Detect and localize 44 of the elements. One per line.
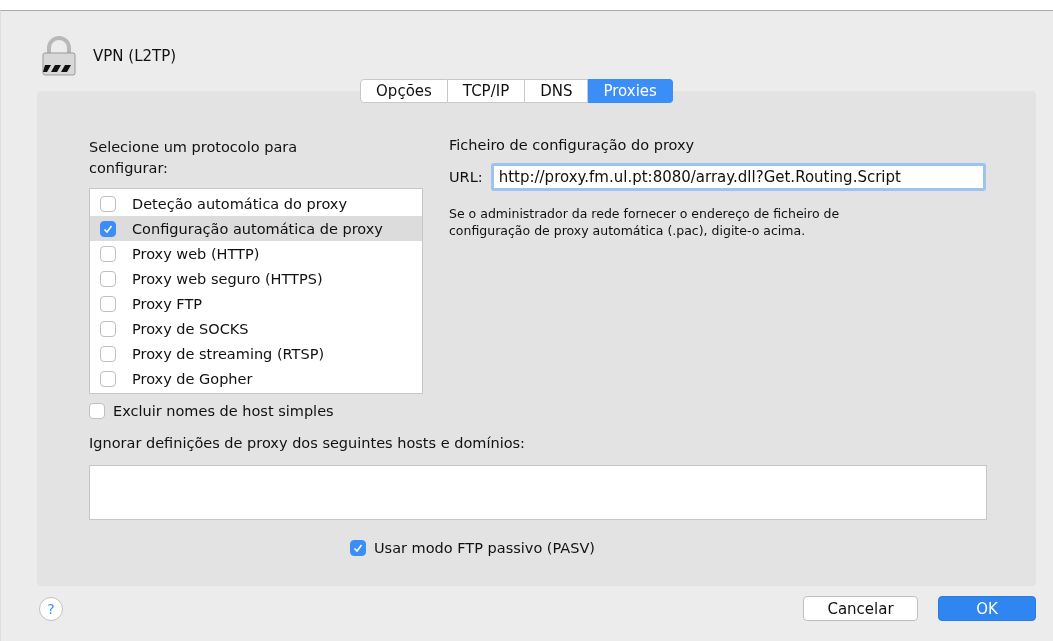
protocol-row[interactable]: Deteção automática do proxy xyxy=(90,191,422,216)
checkbox[interactable] xyxy=(100,220,116,237)
checkmark-icon xyxy=(352,543,363,553)
checkbox-label: Usar modo FTP passivo (PASV) xyxy=(373,540,596,556)
url-label: URL: xyxy=(449,169,483,185)
lock-icon xyxy=(41,36,77,76)
checkbox[interactable] xyxy=(100,245,116,262)
protocol-label: Proxy de SOCKS xyxy=(132,320,249,337)
protocol-label: Proxy de streaming (RTSP) xyxy=(132,345,325,362)
checkbox[interactable] xyxy=(100,195,116,212)
config-heading: Ficheiro de configuração do proxy xyxy=(449,137,696,153)
protocol-row[interactable]: Proxy web seguro (HTTPS) xyxy=(90,266,422,291)
checkbox[interactable] xyxy=(100,320,116,337)
protocol-row[interactable]: Proxy de SOCKS xyxy=(90,316,422,341)
checkbox[interactable] xyxy=(89,403,105,419)
protocol-row[interactable]: Proxy de Gopher xyxy=(90,366,422,391)
protocol-row[interactable]: Configuração automática de proxy xyxy=(90,216,422,241)
protocol-label: Configuração automática de proxy xyxy=(132,220,383,237)
protocol-row[interactable]: Proxy FTP xyxy=(90,291,422,316)
bypass-hosts-field[interactable] xyxy=(89,465,987,520)
checkbox[interactable] xyxy=(100,295,116,312)
protocol-label: Deteção automática do proxy xyxy=(132,195,347,212)
protocol-label: Proxy de Gopher xyxy=(132,370,253,387)
checkbox-label: Excluir nomes de host simples xyxy=(113,403,334,419)
checkbox[interactable] xyxy=(100,370,116,387)
checkbox[interactable] xyxy=(349,540,366,556)
checkbox[interactable] xyxy=(100,345,116,362)
protocol-label: Proxy web seguro (HTTPS) xyxy=(132,270,323,287)
tab[interactable]: DNS xyxy=(525,79,589,103)
protocol-heading: Selecione um protocolo para configurar: xyxy=(89,138,299,178)
protocol-label: Proxy FTP xyxy=(132,295,202,312)
protocol-row[interactable]: Proxy de streaming (RTSP) xyxy=(90,341,422,366)
cancel-button[interactable]: Cancelar xyxy=(803,596,918,621)
protocol-label: Proxy web (HTTP) xyxy=(132,245,260,262)
help-text: Se o administrador da rede fornecer o endereço de ficheiro de configuração de proxy automática (.pac), digite-o acima. xyxy=(449,205,841,239)
ok-button[interactable]: OK xyxy=(938,596,1036,621)
bypass-heading: Ignorar definições de proxy dos seguintes hosts e domínios: xyxy=(89,435,526,451)
window-title: VPN (L2TP) xyxy=(93,47,177,65)
checkbox[interactable] xyxy=(100,270,116,287)
checkmark-icon xyxy=(103,223,113,234)
tab[interactable]: Opções xyxy=(360,79,448,103)
tab[interactable]: TCP/IP xyxy=(447,79,526,103)
url-field[interactable]: http://proxy.fm.ul.pt:8080/array.dll?Get.Routing.Script xyxy=(490,163,986,191)
protocol-row[interactable]: Proxy web (HTTP) xyxy=(90,241,422,266)
